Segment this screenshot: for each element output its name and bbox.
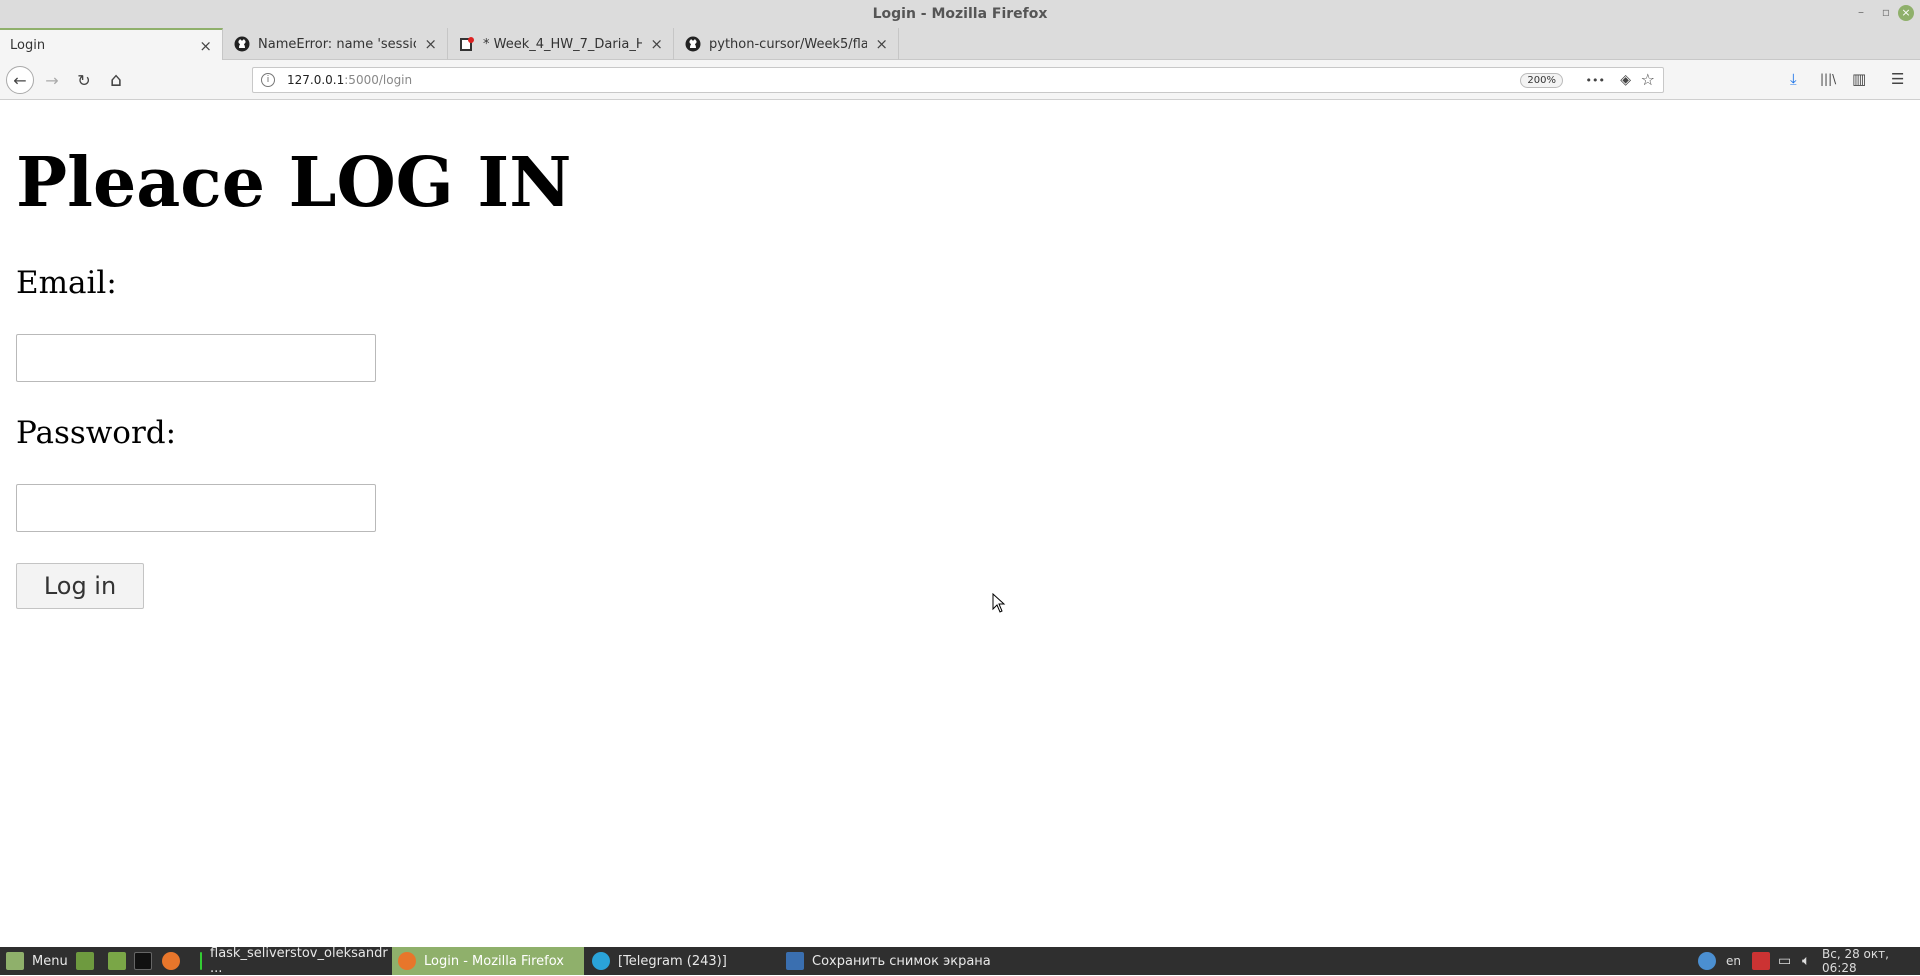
password-field[interactable] — [16, 484, 376, 532]
tab-python-cursor[interactable]: python-cursor/Week5/flask_se × — [675, 28, 899, 60]
taskbar-firefox-window[interactable]: Login - Mozilla Firefox — [392, 947, 584, 975]
page-actions-icon[interactable]: ••• — [1586, 74, 1605, 87]
password-label: Password: — [16, 415, 177, 451]
firefox-icon — [398, 952, 416, 970]
url-host: 127.0.0.1 — [287, 73, 345, 87]
taskbar: Menu flask_seliverstov_oleksandr ... Log… — [0, 946, 1920, 976]
bookmark-star-icon[interactable]: ☆ — [1641, 70, 1655, 89]
forward-button[interactable]: → — [40, 68, 64, 92]
back-button[interactable]: ← — [6, 66, 34, 94]
page-heading: Pleace LOG IN — [16, 143, 572, 223]
tab-label: python-cursor/Week5/flask_se — [709, 36, 868, 52]
menu-label: Menu — [32, 953, 68, 969]
forward-arrow-icon: → — [45, 70, 59, 90]
library-icon[interactable]: |||\ — [1820, 72, 1836, 86]
zoom-level-badge[interactable]: 200% — [1520, 73, 1563, 88]
home-icon: ⌂ — [109, 69, 123, 91]
taskbar-pycharm[interactable]: flask_seliverstov_oleksandr ... — [194, 946, 390, 976]
page-content: Pleace LOG IN Email: Password: Log in — [0, 101, 1920, 947]
tab-close-icon[interactable]: × — [875, 35, 888, 53]
tab-login[interactable]: Login × — [0, 28, 223, 61]
url-bar[interactable]: i 127.0.0.1 :5000/login 200% ••• ◈ ☆ — [252, 67, 1664, 93]
taskbar-item-label: [Telegram (243)] — [618, 953, 727, 969]
pocket-icon[interactable]: ◈ — [1620, 72, 1631, 88]
site-info-icon[interactable]: i — [261, 73, 275, 87]
window-title: Login - Mozilla Firefox — [872, 6, 1048, 22]
taskbar-item-label: flask_seliverstov_oleksandr ... — [210, 946, 388, 976]
downloads-icon[interactable]: ⤓ — [1790, 70, 1797, 88]
tab-strip: Login × NameError: name 'session' is × *… — [0, 28, 1920, 82]
maximize-icon[interactable]: ▫ — [1882, 5, 1890, 19]
navigation-toolbar: ← → ↻ ⌂ i 127.0.0.1 :5000/login 200% •••… — [0, 60, 1920, 100]
network-icon — [1698, 952, 1716, 970]
tab-nameerror[interactable]: NameError: name 'session' is × — [224, 28, 448, 60]
sidebar-icon[interactable]: ▥ — [1852, 70, 1866, 88]
telegram-icon — [592, 952, 610, 970]
desktop-icon — [76, 952, 94, 970]
hamburger-menu-icon[interactable]: ☰ — [1891, 70, 1904, 88]
url-path: :5000/login — [344, 73, 413, 87]
taskbar-screenshot[interactable]: Сохранить снимок экрана — [780, 947, 1010, 975]
reload-button[interactable]: ↻ — [72, 68, 96, 92]
back-arrow-icon: ← — [13, 70, 27, 90]
firefox-icon — [162, 952, 180, 970]
login-button[interactable]: Log in — [16, 563, 144, 609]
show-desktop-button[interactable] — [70, 947, 100, 975]
minimize-icon[interactable]: – — [1858, 5, 1864, 19]
email-label: Email: — [16, 265, 117, 301]
home-button[interactable]: ⌂ — [104, 68, 128, 92]
tab-close-icon[interactable]: × — [199, 37, 212, 55]
terminal-launcher[interactable] — [128, 947, 158, 975]
terminal-icon — [134, 952, 152, 970]
pycharm-icon — [200, 952, 202, 970]
window-titlebar: Login - Mozilla Firefox – ▫ × — [0, 0, 1920, 28]
taskbar-item-label: Login - Mozilla Firefox — [424, 953, 564, 969]
taskbar-telegram[interactable]: [Telegram (243)] — [586, 947, 776, 975]
folder-icon — [108, 952, 126, 970]
clock[interactable]: Вс, 28 окт, 06:28 — [1822, 947, 1920, 975]
start-menu-button[interactable]: Menu — [0, 947, 74, 975]
camera-icon — [786, 952, 804, 970]
tab-label: NameError: name 'session' is — [258, 36, 416, 52]
tab-week4-notebook[interactable]: * Week_4_HW_7_Daria_Home × — [449, 28, 674, 60]
firefox-launcher[interactable] — [156, 947, 186, 975]
github-icon — [685, 36, 701, 52]
shield-icon — [1752, 952, 1770, 970]
volume-icon[interactable]: 🔈︎ — [1802, 947, 1810, 975]
github-icon — [234, 36, 250, 52]
notebook-icon — [459, 36, 475, 52]
tab-label: Login — [10, 38, 46, 53]
reload-icon: ↻ — [77, 70, 91, 90]
tab-close-icon[interactable]: × — [424, 35, 437, 53]
keyboard-layout[interactable]: en — [1726, 947, 1741, 975]
tab-close-icon[interactable]: × — [650, 35, 663, 53]
email-field[interactable] — [16, 334, 376, 382]
tab-label: * Week_4_HW_7_Daria_Home — [483, 36, 643, 52]
shield-tray-icon[interactable] — [1752, 947, 1770, 975]
mint-logo-icon — [6, 952, 24, 970]
network-tray-icon[interactable] — [1698, 947, 1716, 975]
notifications-icon[interactable]: ▭ — [1778, 947, 1791, 975]
window-close-icon[interactable]: × — [1898, 5, 1914, 21]
taskbar-item-label: Сохранить снимок экрана — [812, 953, 991, 969]
